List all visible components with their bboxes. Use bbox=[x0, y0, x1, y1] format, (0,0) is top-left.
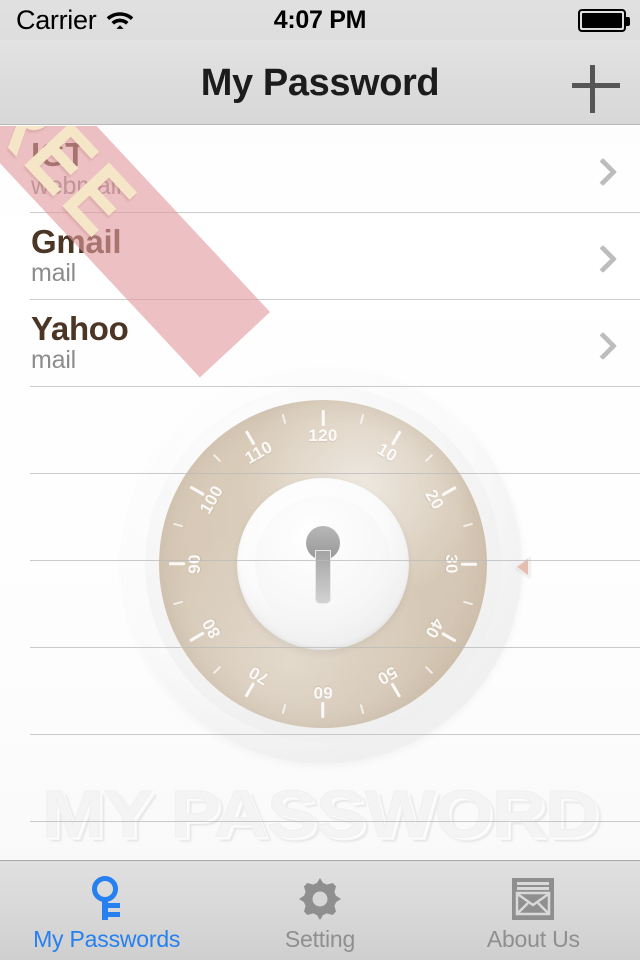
list-item-title: Yahoo bbox=[31, 310, 129, 348]
empty-list-row bbox=[0, 387, 640, 474]
status-bar-right bbox=[578, 8, 630, 32]
password-list-item[interactable]: IGT webmail bbox=[0, 126, 640, 213]
list-item-title: Gmail bbox=[31, 223, 122, 261]
list-item-title: IGT bbox=[31, 136, 86, 174]
tab-bar: My Passwords Setting About Us bbox=[0, 860, 640, 960]
key-icon bbox=[81, 875, 133, 923]
empty-list-row bbox=[0, 735, 640, 822]
password-list-item[interactable]: Yahoo mail bbox=[0, 300, 640, 387]
chevron-right-icon[interactable] bbox=[591, 333, 613, 355]
battery-cap bbox=[626, 16, 630, 26]
gear-icon bbox=[294, 875, 346, 923]
clock-label: 4:07 PM bbox=[273, 5, 367, 34]
password-list: IGT webmail Gmail mail Yahoo mail bbox=[0, 126, 640, 860]
chevron-right-icon[interactable] bbox=[591, 159, 613, 181]
list-item-text: IGT webmail bbox=[31, 136, 122, 201]
tab-my-passwords[interactable]: My Passwords bbox=[0, 861, 213, 960]
password-list-item[interactable]: Gmail mail bbox=[0, 213, 640, 300]
battery-level-fill bbox=[582, 12, 622, 28]
empty-list-row bbox=[0, 822, 640, 860]
page-title: My Password bbox=[200, 62, 440, 104]
tab-setting[interactable]: Setting bbox=[213, 861, 426, 960]
tab-label-about-us: About Us bbox=[486, 925, 580, 952]
empty-list-row bbox=[0, 561, 640, 648]
empty-list-row bbox=[0, 474, 640, 561]
list-item-text: Yahoo mail bbox=[31, 310, 129, 375]
status-bar: Carrier 4:07 PM bbox=[0, 0, 640, 40]
key-icon-svg bbox=[91, 875, 120, 920]
tab-label-setting: Setting bbox=[284, 925, 356, 952]
envelope-icon-svg bbox=[512, 877, 555, 920]
tab-about-us[interactable]: About Us bbox=[427, 861, 640, 960]
chevron-right-icon[interactable] bbox=[591, 246, 613, 268]
navigation-bar: My Password bbox=[0, 40, 640, 125]
empty-list-row bbox=[0, 648, 640, 735]
list-item-subtitle: mail bbox=[31, 346, 77, 375]
list-item-subtitle: webmail bbox=[31, 172, 122, 201]
envelope-icon bbox=[507, 875, 559, 923]
app-root: Carrier 4:07 PM My Password 10 20 30 40 … bbox=[0, 0, 640, 960]
content-area: 10 20 30 40 50 60 70 80 90 100 110 120 MY PASSWORD … bbox=[0, 126, 640, 860]
add-password-button[interactable] bbox=[568, 58, 624, 114]
list-item-subtitle: mail bbox=[31, 259, 77, 288]
battery-icon bbox=[578, 8, 630, 32]
list-item-text: Gmail mail bbox=[31, 223, 122, 288]
gear-icon-svg bbox=[298, 877, 341, 920]
tab-label-my-passwords: My Passwords bbox=[33, 925, 181, 952]
